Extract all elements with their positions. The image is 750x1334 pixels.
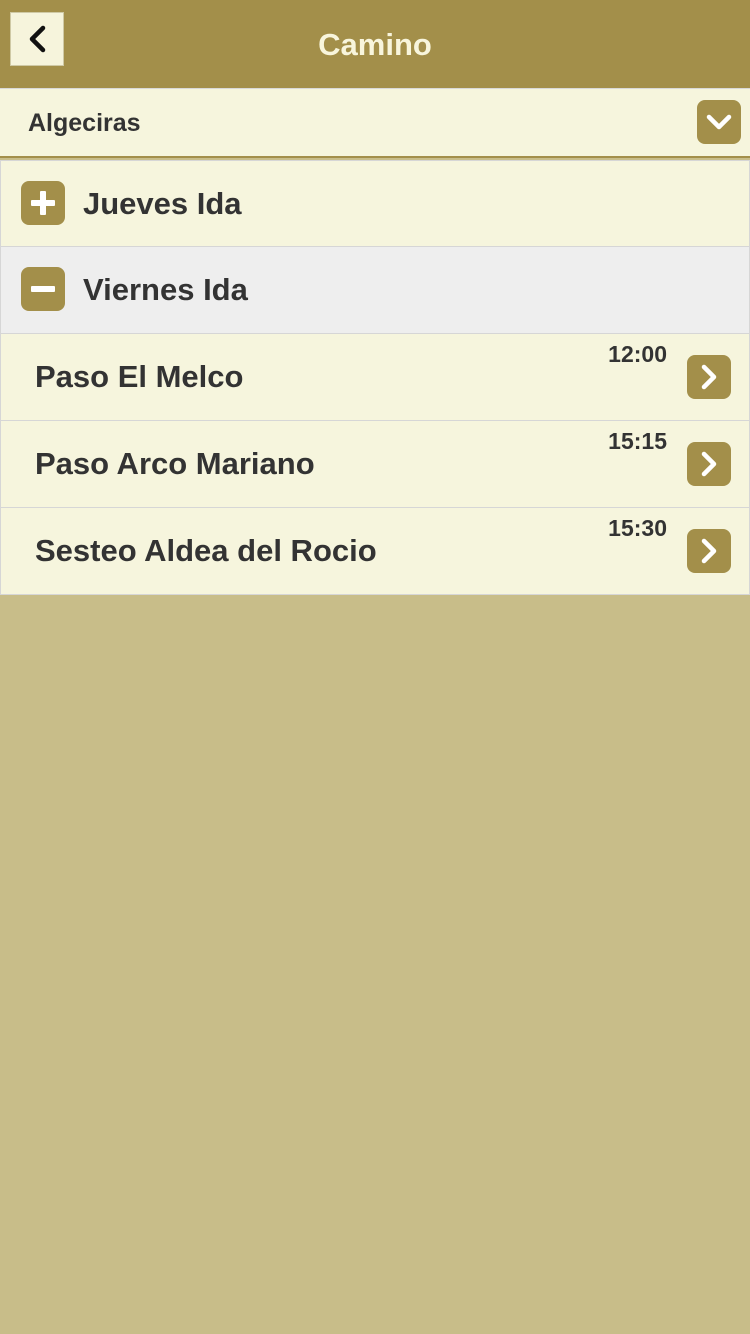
list-item-label: Sesteo Aldea del Rocio — [35, 533, 377, 568]
plus-icon — [31, 191, 55, 215]
detail-button[interactable] — [687, 355, 731, 399]
chevron-down-icon — [706, 114, 732, 130]
group-row-viernes-ida[interactable]: Viernes Ida — [0, 247, 750, 334]
location-selector[interactable]: Algeciras — [0, 88, 750, 158]
list-item[interactable]: Paso Arco Mariano 15:15 — [0, 421, 750, 508]
location-selector-value: Algeciras — [28, 109, 141, 137]
detail-button[interactable] — [687, 442, 731, 486]
chevron-right-icon — [701, 451, 717, 477]
list-item-time: 15:30 — [608, 515, 667, 541]
group-row-jueves-ida[interactable]: Jueves Ida — [0, 160, 750, 247]
group-label: Jueves Ida — [83, 186, 242, 221]
page-title: Camino — [318, 27, 432, 62]
schedule-list: Jueves Ida Viernes Ida Paso El Melco 12:… — [0, 160, 750, 595]
list-item-label: Paso Arco Mariano — [35, 446, 315, 481]
group-label: Viernes Ida — [83, 272, 248, 307]
dropdown-button[interactable] — [697, 100, 741, 144]
detail-button[interactable] — [687, 529, 731, 573]
expand-toggle[interactable] — [21, 181, 65, 225]
chevron-right-icon — [701, 364, 717, 390]
list-item-time: 15:15 — [608, 428, 667, 454]
chevron-left-icon — [29, 25, 46, 53]
chevron-right-icon — [701, 538, 717, 564]
list-item-label: Paso El Melco — [35, 359, 244, 394]
back-button[interactable] — [10, 12, 64, 66]
list-item[interactable]: Sesteo Aldea del Rocio 15:30 — [0, 508, 750, 595]
list-item-time: 12:00 — [608, 341, 667, 367]
list-item[interactable]: Paso El Melco 12:00 — [0, 334, 750, 421]
header-bar: Camino — [0, 0, 750, 88]
minus-icon — [31, 286, 55, 292]
collapse-toggle[interactable] — [21, 267, 65, 311]
